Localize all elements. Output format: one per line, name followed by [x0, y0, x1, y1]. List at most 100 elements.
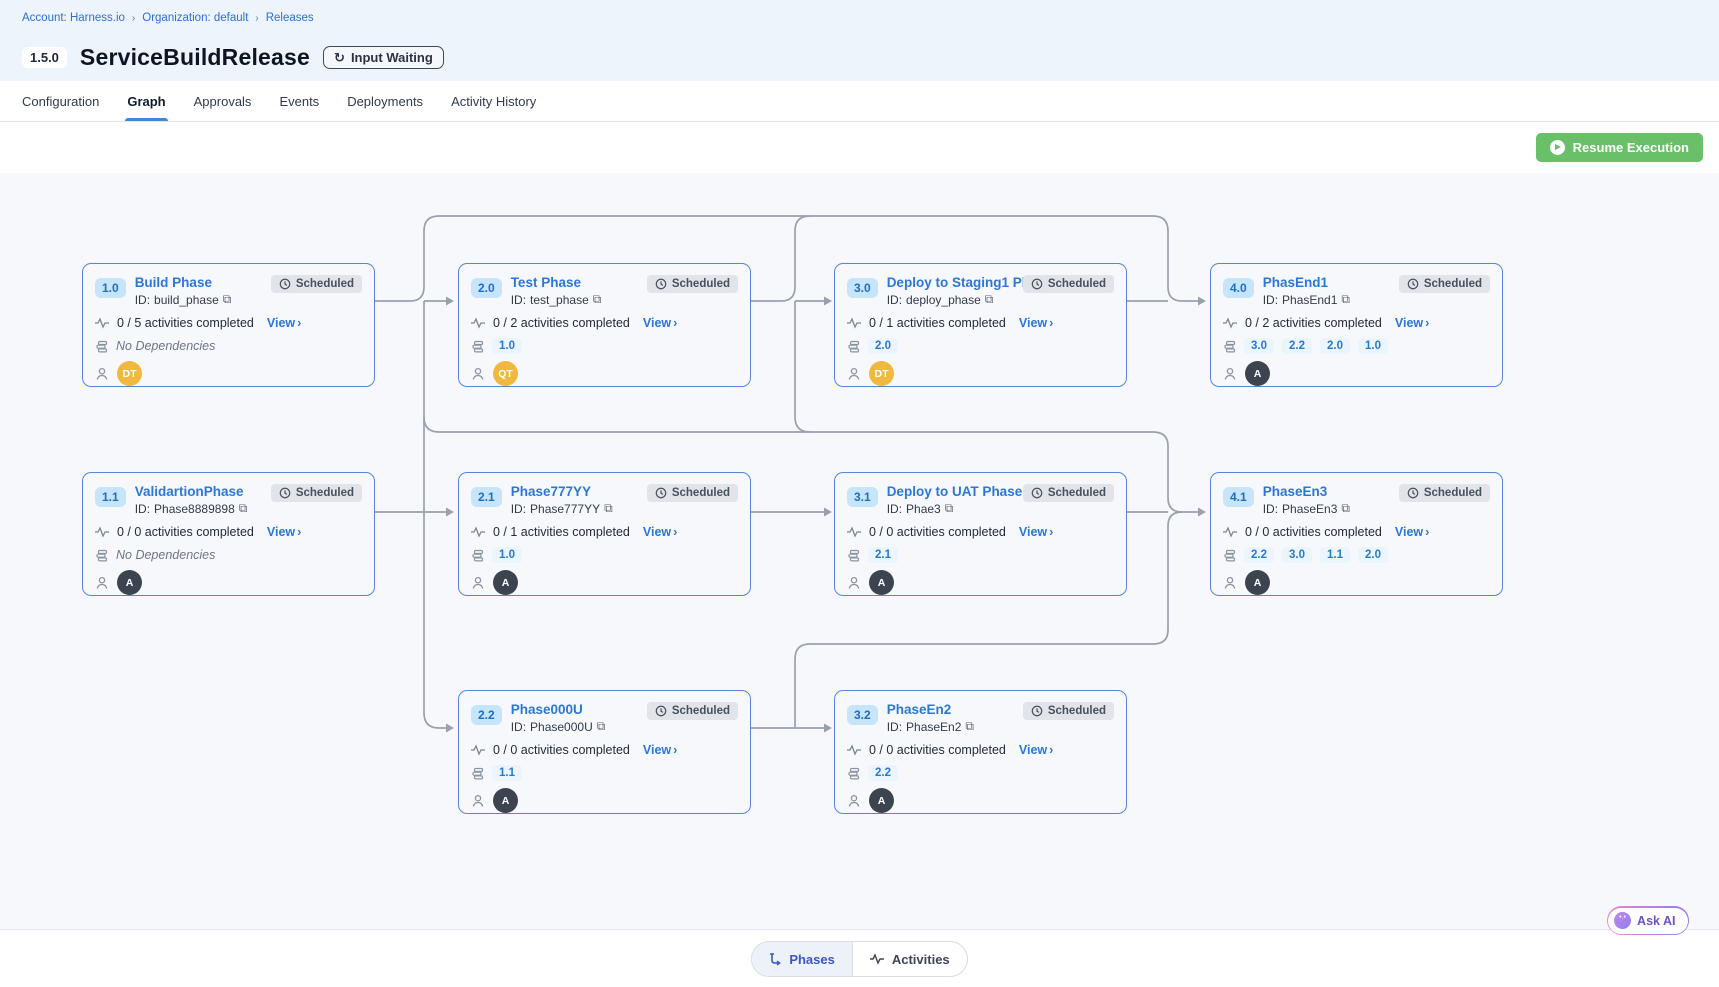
- view-activities-link[interactable]: View›: [267, 525, 301, 539]
- dependency-chip[interactable]: 2.0: [1320, 338, 1350, 354]
- phase-name-link[interactable]: Test Phase: [511, 275, 647, 290]
- view-activities-link[interactable]: View›: [1019, 743, 1053, 757]
- view-activities-link[interactable]: View›: [1019, 525, 1053, 539]
- clock-icon: [279, 278, 291, 290]
- view-activities-link[interactable]: View›: [643, 316, 677, 330]
- view-activities-link[interactable]: View›: [1019, 316, 1053, 330]
- view-activities-link[interactable]: View›: [643, 525, 677, 539]
- person-icon: [471, 794, 485, 808]
- copy-icon[interactable]: ⧉: [1341, 292, 1350, 307]
- phase-name-link[interactable]: PhaseEn3: [1263, 484, 1399, 499]
- dependency-chip[interactable]: 1.0: [492, 547, 522, 563]
- avatar[interactable]: DT: [117, 361, 142, 386]
- phase-card[interactable]: 1.1 ValidartionPhase ID:Phase8889898 ⧉ S…: [82, 472, 375, 596]
- breadcrumb-releases-link[interactable]: Releases: [266, 12, 314, 24]
- dependency-chip[interactable]: 1.0: [492, 338, 522, 354]
- activities-row: 0 / 1 activities completed View›: [847, 316, 1114, 330]
- phase-card[interactable]: 3.2 PhaseEn2 ID:PhaseEn2 ⧉ Scheduled 0: [834, 690, 1127, 814]
- dependency-chip[interactable]: 2.0: [1358, 547, 1388, 563]
- phase-name-link[interactable]: Build Phase: [135, 275, 271, 290]
- avatar[interactable]: A: [869, 788, 894, 813]
- person-icon: [471, 367, 485, 381]
- dependency-chip[interactable]: 2.2: [868, 765, 898, 781]
- status-badge: Scheduled: [1023, 702, 1114, 720]
- phase-card[interactable]: 3.1 Deploy to UAT Phase ID:Phae3 ⧉ Sched…: [834, 472, 1127, 596]
- avatar[interactable]: A: [493, 788, 518, 813]
- dependency-chip[interactable]: 2.2: [1282, 338, 1312, 354]
- avatar[interactable]: DT: [869, 361, 894, 386]
- copy-icon[interactable]: ⧉: [1341, 501, 1350, 516]
- phase-name-link[interactable]: PhasEnd1: [1263, 275, 1399, 290]
- dependency-chip[interactable]: 2.0: [868, 338, 898, 354]
- phase-name-link[interactable]: Phase000U: [511, 702, 647, 717]
- phase-graph-canvas[interactable]: Ask AI 1.0 Build Phase ID:build_phase ⧉ …: [0, 173, 1719, 930]
- avatar[interactable]: A: [493, 570, 518, 595]
- clock-icon: [1407, 487, 1419, 499]
- activities-toggle-button[interactable]: Activities: [853, 942, 967, 976]
- copy-icon[interactable]: ⧉: [965, 719, 974, 734]
- phase-number-badge: 3.0: [847, 278, 878, 298]
- copy-icon[interactable]: ⧉: [945, 501, 954, 516]
- dependency-chip[interactable]: 1.1: [1320, 547, 1350, 563]
- breadcrumb: Account: Harness.io › Organization: defa…: [0, 0, 1719, 36]
- view-activities-link[interactable]: View›: [1395, 525, 1429, 539]
- avatar[interactable]: QT: [493, 361, 518, 386]
- view-activities-link[interactable]: View›: [1395, 316, 1429, 330]
- status-badge: Scheduled: [1023, 275, 1114, 293]
- phase-name-link[interactable]: Deploy to Staging1 Phase: [887, 275, 1023, 290]
- phase-name-link[interactable]: Deploy to UAT Phase: [887, 484, 1023, 499]
- phase-card[interactable]: 1.0 Build Phase ID:build_phase ⧉ Schedul…: [82, 263, 375, 387]
- copy-icon[interactable]: ⧉: [597, 719, 606, 734]
- avatar[interactable]: A: [1245, 361, 1270, 386]
- phase-id: ID:build_phase ⧉: [135, 292, 271, 307]
- activities-row: 0 / 0 activities completed View›: [471, 743, 738, 757]
- phase-name-link[interactable]: Phase777YY: [511, 484, 647, 499]
- phase-card[interactable]: 4.0 PhasEnd1 ID:PhasEnd1 ⧉ Scheduled 0: [1210, 263, 1503, 387]
- tab-deployments[interactable]: Deployments: [347, 81, 423, 121]
- phases-toggle-button[interactable]: Phases: [752, 942, 853, 976]
- breadcrumb-account-link[interactable]: Account: Harness.io: [22, 12, 125, 24]
- copy-icon[interactable]: ⧉: [593, 292, 602, 307]
- ask-ai-button[interactable]: Ask AI: [1607, 906, 1689, 935]
- dependency-chip[interactable]: 1.1: [492, 765, 522, 781]
- tab-graph[interactable]: Graph: [127, 81, 165, 121]
- phase-name-link[interactable]: ValidartionPhase: [135, 484, 271, 499]
- copy-icon[interactable]: ⧉: [239, 501, 248, 516]
- dependencies-row: No Dependencies: [95, 337, 362, 355]
- phase-card[interactable]: 4.1 PhaseEn3 ID:PhaseEn3 ⧉ Scheduled 0: [1210, 472, 1503, 596]
- tab-activity-history[interactable]: Activity History: [451, 81, 536, 121]
- phase-card[interactable]: 3.0 Deploy to Staging1 Phase ID:deploy_p…: [834, 263, 1127, 387]
- no-dependencies-label: No Dependencies: [116, 548, 215, 562]
- phase-number-badge: 2.0: [471, 278, 502, 298]
- view-activities-link[interactable]: View›: [267, 316, 301, 330]
- tab-events[interactable]: Events: [279, 81, 319, 121]
- page-header: Account: Harness.io › Organization: defa…: [0, 0, 1719, 81]
- activities-count: 0 / 5 activities completed: [117, 316, 254, 330]
- avatar[interactable]: A: [1245, 570, 1270, 595]
- copy-icon[interactable]: ⧉: [604, 501, 613, 516]
- phase-card[interactable]: 2.1 Phase777YY ID:Phase777YY ⧉ Scheduled: [458, 472, 751, 596]
- copy-icon[interactable]: ⧉: [223, 292, 232, 307]
- clock-icon: [1031, 705, 1043, 717]
- phase-name-link[interactable]: PhaseEn2: [887, 702, 1023, 717]
- dependency-chip[interactable]: 2.1: [868, 547, 898, 563]
- resume-execution-button[interactable]: Resume Execution: [1536, 133, 1703, 162]
- view-activities-link[interactable]: View›: [643, 743, 677, 757]
- tab-configuration[interactable]: Configuration: [22, 81, 99, 121]
- breadcrumb-organization-link[interactable]: Organization: default: [142, 12, 248, 24]
- dependency-chip[interactable]: 1.0: [1358, 338, 1388, 354]
- phase-card[interactable]: 2.2 Phase000U ID:Phase000U ⧉ Scheduled: [458, 690, 751, 814]
- assignee-row: A: [1223, 361, 1490, 386]
- tab-approvals[interactable]: Approvals: [194, 81, 252, 121]
- phase-card[interactable]: 2.0 Test Phase ID:test_phase ⧉ Scheduled: [458, 263, 751, 387]
- activity-waveform-icon: [471, 526, 486, 538]
- clock-icon: [279, 487, 291, 499]
- play-icon: [1550, 140, 1565, 155]
- dependency-chip[interactable]: 3.0: [1244, 338, 1274, 354]
- copy-icon[interactable]: ⧉: [985, 292, 994, 307]
- avatar[interactable]: A: [117, 570, 142, 595]
- dependency-chip[interactable]: 2.2: [1244, 547, 1274, 563]
- assignee-row: DT: [847, 361, 1114, 386]
- avatar[interactable]: A: [869, 570, 894, 595]
- dependency-chip[interactable]: 3.0: [1282, 547, 1312, 563]
